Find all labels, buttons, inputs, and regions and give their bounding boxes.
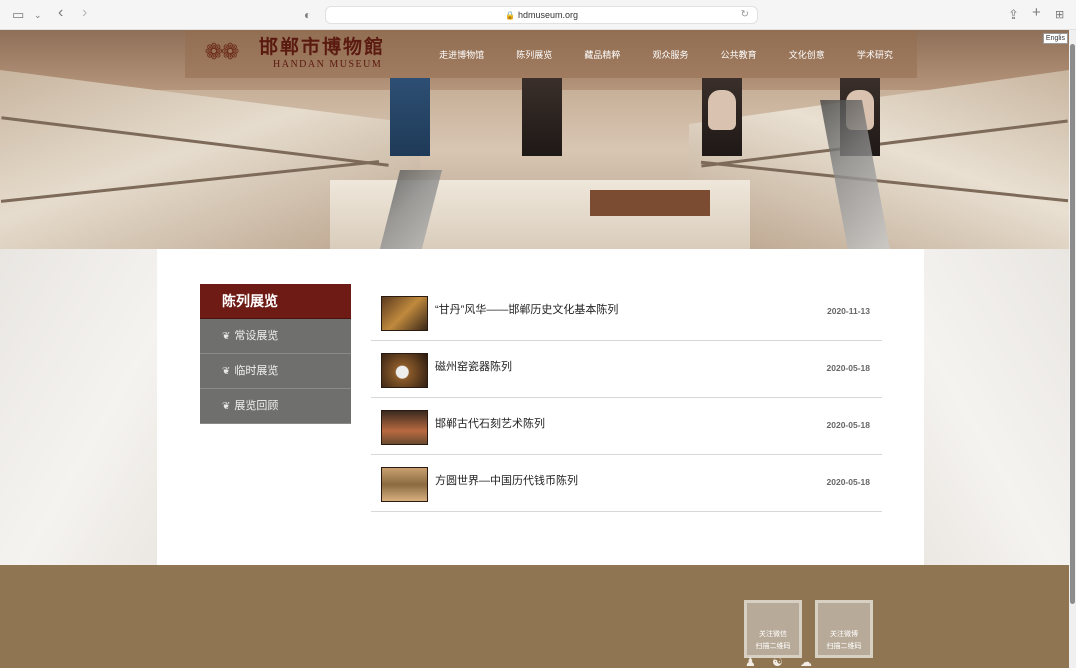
list-item[interactable]: 邯郸古代石刻艺术陈列 2020-05-18 bbox=[371, 398, 882, 455]
wechat-icon[interactable]: ☁ bbox=[800, 655, 812, 669]
nav-item-creative[interactable]: 文化创意 bbox=[789, 48, 825, 61]
nav-item-exhibitions[interactable]: 陈列展览 bbox=[516, 48, 552, 61]
exhibition-thumbnail[interactable] bbox=[381, 296, 428, 331]
new-tab-icon[interactable]: + bbox=[1032, 5, 1041, 21]
back-icon[interactable]: ‹ bbox=[58, 5, 63, 21]
exhibition-title[interactable]: 方圆世界—中国历代钱币陈列 bbox=[435, 472, 578, 488]
exhibition-thumbnail[interactable] bbox=[381, 353, 428, 388]
forward-icon[interactable]: › bbox=[82, 5, 87, 21]
exhibition-date: 2020-05-18 bbox=[826, 363, 870, 373]
sidebar-item-permanent[interactable]: ❦ 常设展览 bbox=[200, 319, 351, 354]
leaf-icon: ❦ bbox=[222, 331, 231, 342]
qr-caption: 扫描二维码 bbox=[826, 643, 862, 650]
scrollbar[interactable] bbox=[1069, 30, 1076, 668]
leaf-icon: ❦ bbox=[222, 366, 231, 377]
sidebar-item-temporary[interactable]: ❦ 临时展览 bbox=[200, 354, 351, 389]
list-item[interactable]: 方圆世界—中国历代钱币陈列 2020-05-18 bbox=[371, 455, 882, 512]
chevron-down-icon[interactable]: ⌄ bbox=[34, 7, 42, 23]
footer bbox=[0, 565, 1069, 668]
weibo-qr-code[interactable]: 关注微博 扫描二维码 bbox=[815, 600, 873, 658]
scrollbar-thumb[interactable] bbox=[1070, 44, 1075, 604]
sidebar-item-review[interactable]: ❦ 展览回顾 bbox=[200, 389, 351, 424]
site-logo[interactable]: ❁❁ 邯郸市博物館 HANDAN MUSEUM bbox=[185, 30, 415, 78]
english-link[interactable]: Englis bbox=[1042, 33, 1068, 44]
tab-overview-icon[interactable]: ⊞ bbox=[1055, 7, 1064, 23]
qr-caption: 扫描二维码 bbox=[755, 643, 791, 650]
leaf-icon: ❦ bbox=[222, 401, 231, 412]
nav-item-research[interactable]: 学术研究 bbox=[857, 48, 893, 61]
lock-icon: 🔒 bbox=[505, 11, 515, 20]
sidebar-title: 陈列展览 bbox=[200, 284, 351, 319]
exhibition-thumbnail[interactable] bbox=[381, 410, 428, 445]
qr-caption: 关注微博 bbox=[830, 631, 858, 638]
privacy-shield-icon[interactable]: ◐ bbox=[304, 7, 311, 23]
main-nav: 走进博物馆 陈列展览 藏品精粹 观众服务 公共教育 文化创意 学术研究 bbox=[415, 30, 917, 78]
sidebar: 陈列展览 ❦ 常设展览 ❦ 临时展览 ❦ 展览回顾 bbox=[200, 284, 351, 424]
nav-item-education[interactable]: 公共教育 bbox=[721, 48, 757, 61]
sidebar-item-label: 展览回顾 bbox=[234, 400, 279, 412]
sidebar-item-label: 常设展览 bbox=[234, 330, 279, 342]
exhibition-date: 2020-05-18 bbox=[826, 477, 870, 487]
exhibition-title[interactable]: 磁州窑瓷器陈列 bbox=[435, 358, 512, 374]
exhibition-list: “甘丹”风华——邯郸历史文化基本陈列 2020-11-13 磁州窑瓷器陈列 20… bbox=[371, 284, 882, 512]
exhibition-title[interactable]: 邯郸古代石刻艺术陈列 bbox=[435, 415, 545, 431]
weibo-icon[interactable]: ☯ bbox=[772, 655, 783, 669]
qq-icon[interactable]: ♟ bbox=[745, 655, 756, 669]
url-text: hdmuseum.org bbox=[517, 10, 578, 20]
nav-item-visitor-services[interactable]: 观众服务 bbox=[652, 48, 688, 61]
logo-english-name: HANDAN MUSEUM bbox=[273, 59, 383, 70]
exhibition-date: 2020-05-18 bbox=[826, 420, 870, 430]
exhibition-title[interactable]: “甘丹”风华——邯郸历史文化基本陈列 bbox=[435, 301, 618, 317]
qr-caption: 关注微信 bbox=[759, 631, 787, 638]
address-bar[interactable]: 🔒 hdmuseum.org ↻ bbox=[325, 6, 758, 24]
nav-item-about[interactable]: 走进博物馆 bbox=[439, 48, 484, 61]
nav-item-collections[interactable]: 藏品精粹 bbox=[584, 48, 620, 61]
sidebar-item-label: 临时展览 bbox=[234, 365, 279, 377]
share-icon[interactable]: ⇪ bbox=[1008, 7, 1019, 23]
reload-icon[interactable]: ↻ bbox=[741, 7, 749, 23]
exhibition-thumbnail[interactable] bbox=[381, 467, 428, 502]
browser-toolbar: ▭ ⌄ ‹ › ◐ 🔒 hdmuseum.org ↻ ⇪ + ⊞ bbox=[0, 0, 1076, 30]
list-item[interactable]: “甘丹”风华——邯郸历史文化基本陈列 2020-11-13 bbox=[371, 284, 882, 341]
logo-chinese-name: 邯郸市博物館 bbox=[259, 36, 386, 58]
exhibition-date: 2020-11-13 bbox=[826, 306, 870, 316]
list-item[interactable]: 磁州窑瓷器陈列 2020-05-18 bbox=[371, 341, 882, 398]
wechat-qr-code[interactable]: 关注微信 扫描二维码 bbox=[744, 600, 802, 658]
logo-seal-icon: ❁❁ bbox=[204, 40, 240, 65]
sidebar-icon[interactable]: ▭ bbox=[12, 7, 24, 23]
